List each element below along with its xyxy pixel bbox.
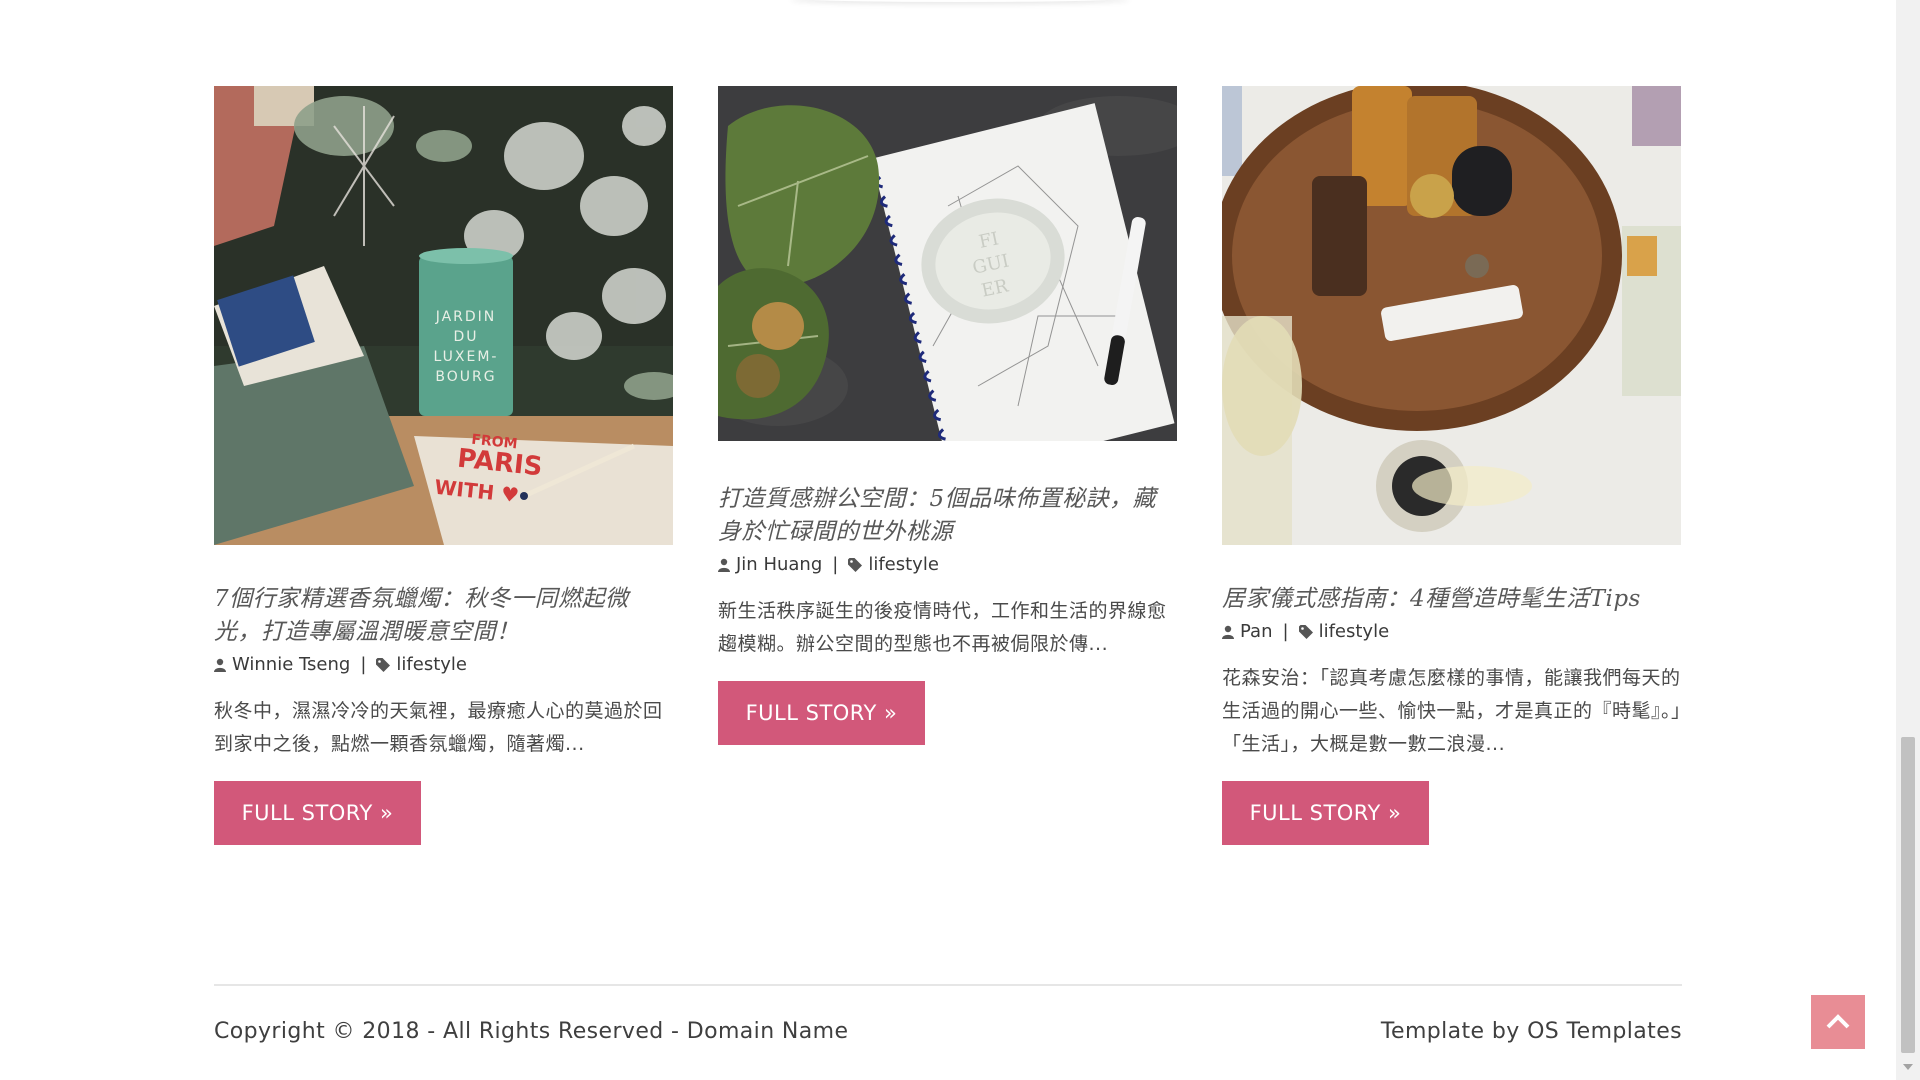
tag-icon (376, 658, 391, 672)
footer-divider (214, 984, 1682, 986)
meta-separator: | (360, 654, 367, 675)
candle-photo: JARDIN DU LUXEM- BOURG PARIS FROM WITH ♥ (214, 86, 673, 545)
chevron-up-icon (1826, 1013, 1850, 1032)
post-author[interactable]: Pan (1240, 618, 1272, 646)
post-excerpt: 新生活秩序誕生的後疫情時代，工作和生活的界線愈趨模糊。辦公空間的型態也不再被侷限… (718, 600, 1167, 655)
meta-separator: | (832, 554, 839, 575)
post-title[interactable]: 居家儀式感指南：4種營造時髦生活Tips (1222, 583, 1681, 616)
post-image[interactable]: FI GUI ER (718, 86, 1177, 441)
footer-credit[interactable]: Template by OS Templates (1381, 1017, 1682, 1047)
post-title[interactable]: 打造質感辦公空間：5個品味佈置秘訣，藏身於忙碌間的世外桃源 (718, 483, 1177, 549)
footer-copyright: Copyright © 2018 - All Rights Reserved -… (214, 1019, 849, 1044)
meta-separator: | (1282, 621, 1289, 642)
user-icon (214, 658, 226, 672)
candle-label-line-4: BOURG (435, 369, 496, 385)
back-to-top-button[interactable] (1811, 995, 1865, 1049)
full-story-button[interactable]: FULL STORY » (214, 781, 421, 845)
user-icon (1222, 625, 1234, 639)
post-excerpt: 秋冬中，濕濕冷冷的天氣裡，最療癒人心的莫過於回到家中之後，點燃一顆香氛蠟燭，隨著… (214, 700, 663, 755)
post-image[interactable] (1222, 86, 1681, 545)
post-title[interactable]: 7個行家精選香氛蠟燭：秋冬一同燃起微光，打造專屬溫潤暖意空間！ (214, 583, 673, 649)
post-body: 居家儀式感指南：4種營造時髦生活Tips Pan | lifestyle 花森安… (1222, 583, 1681, 845)
scroll-down-arrow-icon[interactable] (1903, 1064, 1913, 1070)
post-meta: Pan | lifestyle (1222, 618, 1681, 646)
post-author[interactable]: Winnie Tseng (232, 651, 350, 679)
tray-photo (1222, 86, 1681, 545)
post-excerpt: 花森安治：「認真考慮怎麼樣的事情，能讓我們每天的生活過的開心一些、愉快一點，才是… (1222, 667, 1681, 755)
full-story-button[interactable]: FULL STORY » (718, 681, 925, 745)
post-category[interactable]: lifestyle (396, 651, 467, 679)
tag-icon (848, 558, 863, 572)
candle-label-line-1: JARDIN (435, 309, 497, 325)
notebook-photo: FI GUI ER (718, 86, 1177, 441)
post-author[interactable]: Jin Huang (736, 551, 822, 579)
header-shadow (790, 0, 1130, 2)
page: JARDIN DU LUXEM- BOURG PARIS FROM WITH ♥… (0, 0, 1896, 1080)
post-image[interactable]: JARDIN DU LUXEM- BOURG PARIS FROM WITH ♥ (214, 86, 673, 545)
post-meta: Winnie Tseng | lifestyle (214, 651, 673, 679)
vertical-scrollbar[interactable] (1896, 0, 1920, 1080)
user-icon (718, 558, 730, 572)
full-story-button[interactable]: FULL STORY » (1222, 781, 1429, 845)
candle-label-line-2: DU (453, 329, 478, 345)
post-body: 打造質感辦公空間：5個品味佈置秘訣，藏身於忙碌間的世外桃源 Jin Huang … (718, 483, 1177, 745)
post-category[interactable]: lifestyle (868, 551, 939, 579)
candle-label-line-3: LUXEM- (434, 349, 499, 365)
post-category[interactable]: lifestyle (1319, 618, 1390, 646)
post-body: 7個行家精選香氛蠟燭：秋冬一同燃起微光，打造專屬溫潤暖意空間！ Winnie T… (214, 583, 673, 845)
scrollbar-thumb[interactable] (1901, 737, 1915, 1053)
post-meta: Jin Huang | lifestyle (718, 551, 1177, 579)
tag-icon (1298, 625, 1313, 639)
